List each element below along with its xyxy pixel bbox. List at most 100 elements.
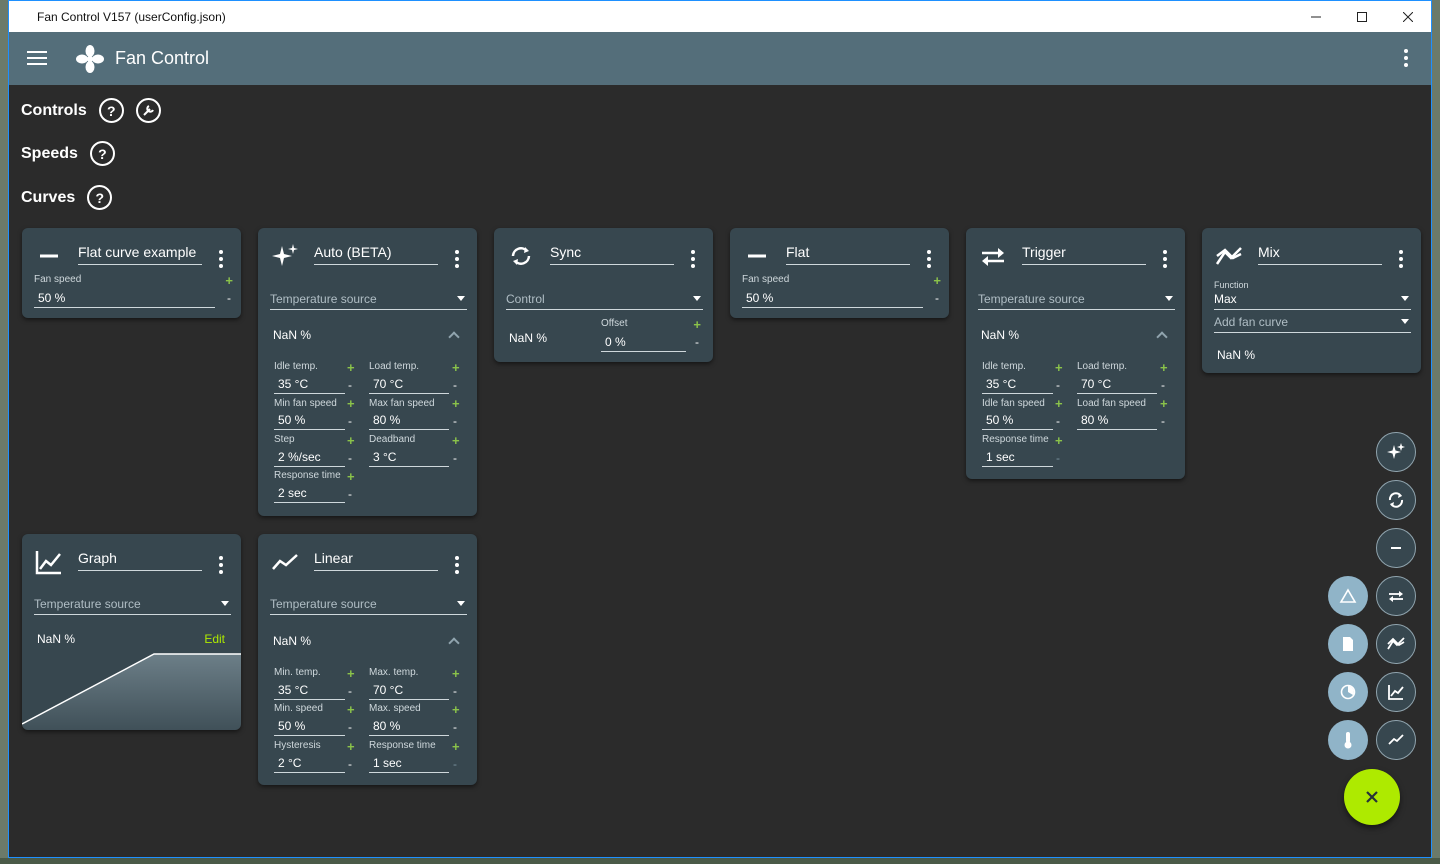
load-fan-speed-field[interactable]: 80 % bbox=[1077, 413, 1157, 430]
decrement-button[interactable]: - bbox=[1161, 414, 1165, 428]
more-vert-icon[interactable] bbox=[927, 250, 931, 268]
curves-section[interactable]: Curves ? bbox=[21, 185, 113, 210]
more-vert-icon[interactable] bbox=[219, 250, 223, 268]
add-flat-curve-button[interactable] bbox=[1376, 528, 1416, 568]
temperature-source-select[interactable]: Temperature source bbox=[270, 292, 467, 310]
fan-curve-preview[interactable] bbox=[22, 650, 241, 730]
add-mix-curve-button[interactable] bbox=[1376, 624, 1416, 664]
decrement-button[interactable]: - bbox=[935, 291, 939, 305]
decrement-button[interactable]: - bbox=[1056, 451, 1060, 465]
step-field[interactable]: 2 %/sec bbox=[274, 450, 345, 467]
max-temp-field[interactable]: 70 °C bbox=[369, 683, 449, 700]
increment-button[interactable]: + bbox=[347, 739, 355, 754]
increment-button[interactable]: + bbox=[452, 360, 460, 375]
card-name[interactable]: Auto (BETA) bbox=[314, 244, 438, 265]
min-temp-field[interactable]: 35 °C bbox=[274, 683, 345, 700]
add-fan-curve-select[interactable]: Add fan curve bbox=[1214, 315, 1411, 333]
decrement-button[interactable]: - bbox=[348, 378, 352, 392]
increment-button[interactable]: + bbox=[933, 273, 941, 288]
deadband-field[interactable]: 3 °C bbox=[369, 450, 449, 467]
increment-button[interactable]: + bbox=[347, 360, 355, 375]
speeds-section[interactable]: Speeds ? bbox=[21, 141, 115, 166]
decrement-button[interactable]: - bbox=[695, 335, 699, 349]
more-vert-icon[interactable] bbox=[1399, 250, 1403, 268]
decrement-button[interactable]: - bbox=[227, 291, 231, 305]
add-graph-curve-button[interactable] bbox=[1376, 672, 1416, 712]
fan-speed-field[interactable]: 50 % bbox=[742, 291, 923, 308]
increment-button[interactable]: + bbox=[1055, 360, 1063, 375]
increment-button[interactable]: + bbox=[452, 702, 460, 717]
function-select[interactable]: Max bbox=[1214, 292, 1411, 310]
maximize-button[interactable] bbox=[1339, 1, 1385, 32]
decrement-button[interactable]: - bbox=[453, 757, 457, 771]
card-name[interactable]: Linear bbox=[314, 550, 438, 571]
max-speed-field[interactable]: 80 % bbox=[369, 719, 449, 736]
increment-button[interactable]: + bbox=[452, 396, 460, 411]
idle-fan-speed-field[interactable]: 50 % bbox=[982, 413, 1053, 430]
chevron-up-icon[interactable] bbox=[1156, 331, 1168, 343]
increment-button[interactable]: + bbox=[347, 666, 355, 681]
add-control-button[interactable] bbox=[1328, 576, 1368, 616]
decrement-button[interactable]: - bbox=[348, 487, 352, 501]
increment-button[interactable]: + bbox=[1160, 360, 1168, 375]
increment-button[interactable]: + bbox=[347, 702, 355, 717]
chevron-up-icon[interactable] bbox=[448, 331, 460, 343]
idle-temp-field[interactable]: 35 °C bbox=[982, 377, 1053, 394]
edit-link[interactable]: Edit bbox=[204, 632, 225, 646]
increment-button[interactable]: + bbox=[452, 666, 460, 681]
card-name[interactable]: Trigger bbox=[1022, 244, 1146, 265]
response-time-field[interactable]: 2 sec bbox=[274, 486, 345, 503]
add-temperature-button[interactable] bbox=[1328, 720, 1368, 760]
increment-button[interactable]: + bbox=[452, 739, 460, 754]
add-sync-curve-button[interactable] bbox=[1376, 480, 1416, 520]
increment-button[interactable]: + bbox=[347, 396, 355, 411]
decrement-button[interactable]: - bbox=[453, 684, 457, 698]
wrench-icon[interactable] bbox=[135, 98, 161, 123]
response-time-field[interactable]: 1 sec bbox=[369, 756, 449, 773]
min-fan-speed-field[interactable]: 50 % bbox=[274, 413, 345, 430]
increment-button[interactable]: + bbox=[225, 273, 233, 288]
hysteresis-field[interactable]: 2 °C bbox=[274, 756, 345, 773]
decrement-button[interactable]: - bbox=[348, 757, 352, 771]
controls-section[interactable]: Controls ? bbox=[21, 98, 161, 123]
load-temp-field[interactable]: 70 °C bbox=[369, 377, 449, 394]
increment-button[interactable]: + bbox=[1160, 396, 1168, 411]
more-vert-icon[interactable] bbox=[219, 556, 223, 574]
offset-field[interactable]: 0 % bbox=[601, 335, 686, 352]
card-name[interactable]: Flat curve example bbox=[78, 244, 202, 265]
control-select[interactable]: Control bbox=[506, 292, 703, 310]
decrement-button[interactable]: - bbox=[453, 414, 457, 428]
temperature-source-select[interactable]: Temperature source bbox=[978, 292, 1175, 310]
card-name[interactable]: Flat bbox=[786, 244, 910, 265]
response-time-field[interactable]: 1 sec bbox=[982, 450, 1053, 467]
add-file-button[interactable] bbox=[1328, 624, 1368, 664]
add-auto-curve-button[interactable] bbox=[1376, 432, 1416, 472]
add-linear-curve-button[interactable] bbox=[1376, 720, 1416, 760]
decrement-button[interactable]: - bbox=[348, 414, 352, 428]
decrement-button[interactable]: - bbox=[453, 451, 457, 465]
min-speed-field[interactable]: 50 % bbox=[274, 719, 345, 736]
add-speed-button[interactable] bbox=[1328, 672, 1368, 712]
help-icon[interactable]: ? bbox=[98, 98, 124, 123]
increment-button[interactable]: + bbox=[1055, 396, 1063, 411]
increment-button[interactable]: + bbox=[1055, 433, 1063, 448]
minimize-button[interactable] bbox=[1293, 1, 1339, 32]
increment-button[interactable]: + bbox=[347, 433, 355, 448]
card-name[interactable]: Sync bbox=[550, 244, 674, 265]
increment-button[interactable]: + bbox=[452, 433, 460, 448]
chevron-up-icon[interactable] bbox=[448, 637, 460, 649]
close-button[interactable] bbox=[1385, 1, 1431, 32]
decrement-button[interactable]: - bbox=[453, 378, 457, 392]
close-fab-button[interactable] bbox=[1344, 769, 1400, 825]
more-vert-icon[interactable] bbox=[455, 556, 459, 574]
temperature-source-select[interactable]: Temperature source bbox=[34, 597, 231, 615]
card-name[interactable]: Mix bbox=[1258, 244, 1382, 265]
decrement-button[interactable]: - bbox=[1056, 378, 1060, 392]
menu-icon[interactable] bbox=[27, 51, 47, 65]
idle-temp-field[interactable]: 35 °C bbox=[274, 377, 345, 394]
help-icon[interactable]: ? bbox=[89, 141, 115, 166]
decrement-button[interactable]: - bbox=[453, 720, 457, 734]
more-vert-icon[interactable] bbox=[691, 250, 695, 268]
card-name[interactable]: Graph bbox=[78, 550, 202, 571]
decrement-button[interactable]: - bbox=[1056, 414, 1060, 428]
